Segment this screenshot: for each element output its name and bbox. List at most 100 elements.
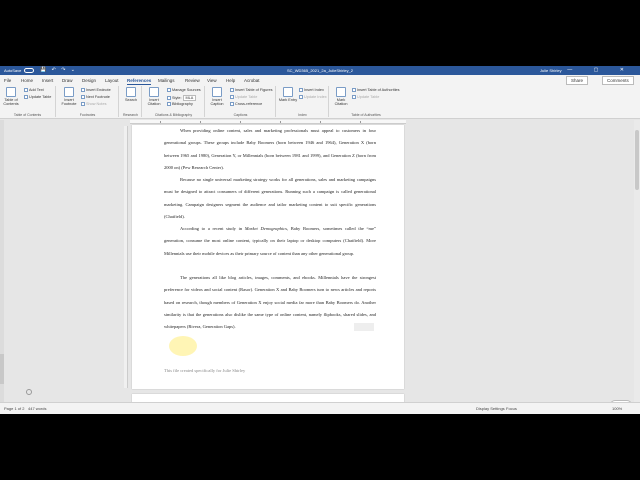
paragraph-4-text: The generations all like blog articles, … <box>164 275 376 330</box>
table-of-contents-button[interactable]: Table of Contents <box>1 87 21 106</box>
update-table-button[interactable]: Update Table <box>24 95 51 99</box>
tab-insert[interactable]: Insert <box>42 78 53 83</box>
group-table-of-contents: Table of Contents Add Text Update Table … <box>0 86 56 117</box>
insert-table-of-authorities-button[interactable]: Insert Table of Authorities <box>352 88 400 92</box>
group-table-of-authorities: Mark Citation Insert Table of Authoritie… <box>330 86 402 117</box>
group-label: Footnotes <box>79 113 96 117</box>
paragraph-3[interactable]: According to a recent study in Market De… <box>164 223 376 260</box>
next-footnote-button[interactable]: Next Footnote <box>81 95 110 99</box>
ruler-tick <box>280 121 281 123</box>
left-edge-strip <box>0 120 4 402</box>
paragraph-2[interactable]: Because no single universal marketing st… <box>164 174 376 223</box>
manage-sources-icon <box>167 88 171 92</box>
manage-sources-button[interactable]: Manage Sources <box>167 88 201 92</box>
insert-citation-button[interactable]: Insert Citation <box>144 87 164 106</box>
word-count[interactable]: 447 words <box>28 406 46 411</box>
zoom-level[interactable]: 100% <box>612 406 622 411</box>
document-page[interactable]: When providing online content, sales and… <box>132 125 404 389</box>
tab-draw[interactable]: Draw <box>62 78 73 83</box>
tab-view[interactable]: View <box>207 78 217 83</box>
horizontal-ruler[interactable] <box>130 120 406 124</box>
paragraph-4[interactable]: The generations all like blog articles, … <box>164 272 376 333</box>
update-index-button[interactable]: Update Index <box>299 95 327 99</box>
search-button[interactable]: Search <box>121 87 141 102</box>
footer-note: This file created specifically for Julie… <box>164 368 246 373</box>
update-figures-table-button[interactable]: Update Table <box>230 95 257 99</box>
citation-style-select[interactable]: Style: MLA <box>167 95 197 101</box>
update-table-icon <box>24 95 28 99</box>
tab-review[interactable]: Review <box>185 78 200 83</box>
paragraph-3-italic: Market Demographics <box>244 226 287 231</box>
update-authorities-table-button[interactable]: Update Table <box>352 95 379 99</box>
ruler-tick <box>360 121 361 123</box>
ruler-tick <box>320 121 321 123</box>
table-of-figures-icon <box>230 88 234 92</box>
insert-footnote-button[interactable]: Insert Footnote <box>59 87 79 106</box>
caption-icon <box>212 87 222 97</box>
group-label: Index <box>298 113 307 117</box>
ribbon-tabs: File Home Insert Draw Design Layout Refe… <box>0 75 640 85</box>
left-edge-mark <box>0 354 4 384</box>
mark-entry-icon <box>283 87 293 97</box>
citation-rivera[interactable]: (Rivera, Generation Gaps). <box>187 324 236 329</box>
update-table-icon <box>230 95 234 99</box>
insert-caption-button[interactable]: Insert Caption <box>207 87 227 106</box>
word-window: AutoSave 💾 ↶ ↷ ⌄ SC_WD365_2021_2a_JulieS… <box>0 66 640 414</box>
ruler-tick <box>200 121 201 123</box>
index-icon <box>299 88 303 92</box>
comments-button[interactable]: Comments <box>602 76 634 85</box>
style-value[interactable]: MLA <box>182 95 197 101</box>
cross-reference-button[interactable]: Cross-reference <box>230 102 262 106</box>
add-text-button[interactable]: Add Text <box>24 88 44 92</box>
bibliography-icon <box>167 102 171 106</box>
tab-layout[interactable]: Layout <box>105 78 119 83</box>
mouse-cursor-highlight <box>169 336 197 356</box>
insert-index-button[interactable]: Insert Index <box>299 88 324 92</box>
add-text-icon <box>24 88 28 92</box>
insert-endnote-button[interactable]: Insert Endnote <box>81 88 111 92</box>
ribbon: Table of Contents Add Text Update Table … <box>0 85 640 119</box>
authorities-icon <box>352 88 356 92</box>
paragraph-1[interactable]: When providing online content, sales and… <box>164 125 376 174</box>
next-footnote-icon <box>81 95 85 99</box>
focus-button[interactable]: Focus <box>506 406 517 411</box>
tab-help[interactable]: Help <box>226 78 235 83</box>
style-icon <box>167 96 171 100</box>
bibliography-button[interactable]: Bibliography <box>167 102 193 106</box>
group-research: Search Research <box>120 86 142 117</box>
endnote-icon <box>81 88 85 92</box>
group-label: Research <box>123 113 138 117</box>
window-controls[interactable]: — ▢ ✕ <box>567 67 634 73</box>
mark-entry-button[interactable]: Mark Entry <box>278 87 298 102</box>
search-icon <box>126 87 136 97</box>
page-count[interactable]: Page 1 of 2 <box>4 406 24 411</box>
navigation-icon[interactable] <box>26 389 32 395</box>
share-button[interactable]: Share <box>566 76 589 85</box>
vertical-ruler[interactable] <box>124 126 128 388</box>
group-footnotes: Insert Footnote Insert Endnote Next Foot… <box>57 86 119 117</box>
mark-citation-icon <box>336 87 346 97</box>
display-settings-button[interactable]: Display Settings <box>476 406 505 411</box>
vertical-scrollbar[interactable] <box>634 120 640 402</box>
tab-acrobat[interactable]: Acrobat <box>244 78 260 83</box>
toc-icon <box>6 87 16 97</box>
tab-file[interactable]: File <box>4 78 11 83</box>
insert-table-of-figures-button[interactable]: Insert Table of Figures <box>230 88 273 92</box>
scrollbar-thumb[interactable] <box>635 130 639 190</box>
tab-design[interactable]: Design <box>82 78 96 83</box>
tab-mailings[interactable]: Mailings <box>158 78 175 83</box>
paragraph-3-text: According to a recent study in <box>180 226 245 231</box>
group-index: Mark Entry Insert Index Update Index Ind… <box>277 86 329 117</box>
tab-references[interactable]: References <box>127 78 152 85</box>
show-notes-button[interactable]: Show Notes <box>81 102 106 106</box>
tab-home[interactable]: Home <box>21 78 33 83</box>
update-table-icon <box>352 95 356 99</box>
user-name[interactable]: Julie Shirley <box>540 68 562 73</box>
ruler-tick <box>240 121 241 123</box>
document-page-2[interactable] <box>132 394 404 402</box>
mark-citation-button[interactable]: Mark Citation <box>331 87 351 106</box>
ruler-tick <box>160 121 161 123</box>
group-label: Citations & Bibliography <box>154 113 193 117</box>
footnote-icon <box>64 87 74 97</box>
document-area[interactable]: When providing online content, sales and… <box>0 120 640 402</box>
